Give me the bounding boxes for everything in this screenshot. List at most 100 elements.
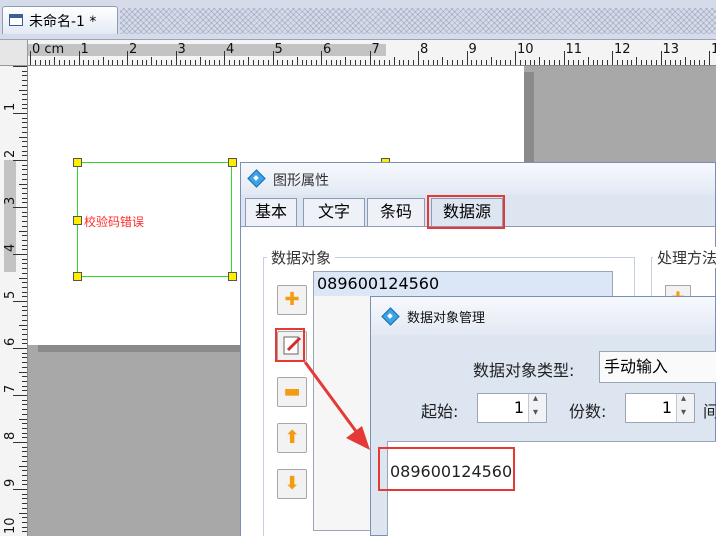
ruler-tick xyxy=(102,57,104,65)
ruler-number: 3 xyxy=(177,42,186,57)
tab-basic[interactable]: 基本 xyxy=(245,198,297,226)
ruler-tick xyxy=(22,164,27,166)
ruler-tick xyxy=(650,60,652,65)
ruler-tick xyxy=(553,60,555,65)
ruler-tick xyxy=(39,60,41,65)
ruler-tick xyxy=(282,60,284,65)
processing-label: 处理方法 xyxy=(653,247,716,268)
ruler-tick xyxy=(330,60,332,65)
copies-stepper[interactable]: 1 xyxy=(625,393,695,423)
highlight-box xyxy=(427,195,505,229)
ruler-tick xyxy=(22,94,27,96)
tab-barcode[interactable]: 条码 xyxy=(367,198,425,226)
ruler-tick xyxy=(13,160,27,161)
ruler-tick xyxy=(689,60,691,65)
start-label: 起始: xyxy=(421,402,459,421)
ruler-tick xyxy=(495,60,497,65)
dialog-title-bar[interactable]: 图形属性 xyxy=(241,163,715,195)
ruler-tick xyxy=(422,60,424,65)
data-object-type-label: 数据对象类型: xyxy=(473,361,575,380)
move-down-button[interactable]: ⬇ xyxy=(277,469,307,499)
ruler-tick xyxy=(22,80,27,82)
ruler-tick xyxy=(602,60,604,65)
ruler-tick xyxy=(22,366,27,368)
ruler-tick xyxy=(442,57,444,65)
ruler-tick xyxy=(485,60,487,65)
list-item[interactable]: 089600124560 xyxy=(314,272,612,296)
ruler-tick xyxy=(22,399,27,401)
barcode-object[interactable]: 校验码错误 xyxy=(77,162,232,277)
ruler-tick xyxy=(427,60,429,65)
ruler-tick xyxy=(63,60,65,65)
ruler-tick xyxy=(694,60,696,65)
ruler-tick xyxy=(471,60,473,65)
add-object-button[interactable]: ✚ xyxy=(277,285,307,315)
ruler-tick xyxy=(325,60,327,65)
document-tab-label: 未命名-1 * xyxy=(29,14,97,30)
remove-object-button[interactable]: ▬ xyxy=(277,377,307,407)
ruler-tick xyxy=(524,60,526,65)
ruler-tick xyxy=(22,197,27,199)
ruler-tick xyxy=(160,60,162,65)
ruler-tick xyxy=(19,89,27,91)
ruler-tick xyxy=(481,60,483,65)
tab-text[interactable]: 文字 xyxy=(303,198,365,226)
ruler-tick xyxy=(22,145,27,147)
ruler-tick xyxy=(22,117,27,119)
ruler-tick xyxy=(413,60,415,65)
move-up-button[interactable]: ⬆ xyxy=(277,423,307,453)
ruler-tick xyxy=(22,216,27,218)
ruler-number: 12 xyxy=(614,42,631,57)
ruler-tick xyxy=(388,60,390,65)
ruler-tick xyxy=(19,183,27,185)
ruler-tick xyxy=(306,60,308,65)
document-tab[interactable]: 未命名-1 * xyxy=(2,6,118,34)
ruler-tick xyxy=(22,474,27,476)
ruler-tick xyxy=(563,51,565,65)
resize-handle[interactable] xyxy=(73,216,82,225)
resize-handle[interactable] xyxy=(228,272,237,281)
ruler-tick xyxy=(93,60,95,65)
dialog-title: 数据对象管理 xyxy=(407,311,486,326)
ruler-tick xyxy=(117,60,119,65)
resize-handle[interactable] xyxy=(228,158,237,167)
ruler-tick xyxy=(13,254,27,255)
ruler-number: 0 cm xyxy=(32,42,65,57)
ruler-tick xyxy=(151,57,153,65)
ruler-tick xyxy=(22,409,27,411)
dialog-title-bar[interactable]: 数据对象管理 xyxy=(371,297,715,335)
ruler-tick xyxy=(141,60,143,65)
ruler-tick xyxy=(22,122,27,124)
ruler-tick xyxy=(194,60,196,65)
ruler-tick xyxy=(398,60,400,65)
ruler-tick xyxy=(616,60,618,65)
ruler-tick xyxy=(22,268,27,270)
resize-handle[interactable] xyxy=(73,158,82,167)
ruler-tick xyxy=(519,60,521,65)
ruler-tick xyxy=(22,498,27,500)
resize-handle[interactable] xyxy=(73,272,82,281)
ruler-tick xyxy=(156,60,158,65)
ruler-tick xyxy=(22,286,27,288)
ruler-tick xyxy=(22,338,27,340)
ruler-number: 5 xyxy=(3,290,18,299)
stepper-arrows[interactable] xyxy=(676,393,694,422)
ruler-tick xyxy=(22,507,27,509)
ruler-tick xyxy=(636,57,638,65)
stepper-arrows[interactable] xyxy=(528,393,546,422)
ruler-tick xyxy=(262,60,264,65)
ruler-tick xyxy=(277,60,279,65)
start-stepper[interactable]: 1 xyxy=(477,393,547,423)
ruler-number: 1 xyxy=(3,102,18,111)
ruler-tick xyxy=(248,57,250,65)
ruler-number: 2 xyxy=(129,42,138,57)
ruler-tick xyxy=(19,230,27,232)
ruler-tick xyxy=(359,60,361,65)
ruler-tick xyxy=(228,60,230,65)
ruler-tick xyxy=(675,60,677,65)
data-object-type-select[interactable]: 手动输入 xyxy=(599,351,716,383)
ruler-tick xyxy=(22,141,27,143)
ruler-tick xyxy=(190,60,192,65)
ruler-tick xyxy=(432,60,434,65)
ruler-tick xyxy=(22,282,27,284)
